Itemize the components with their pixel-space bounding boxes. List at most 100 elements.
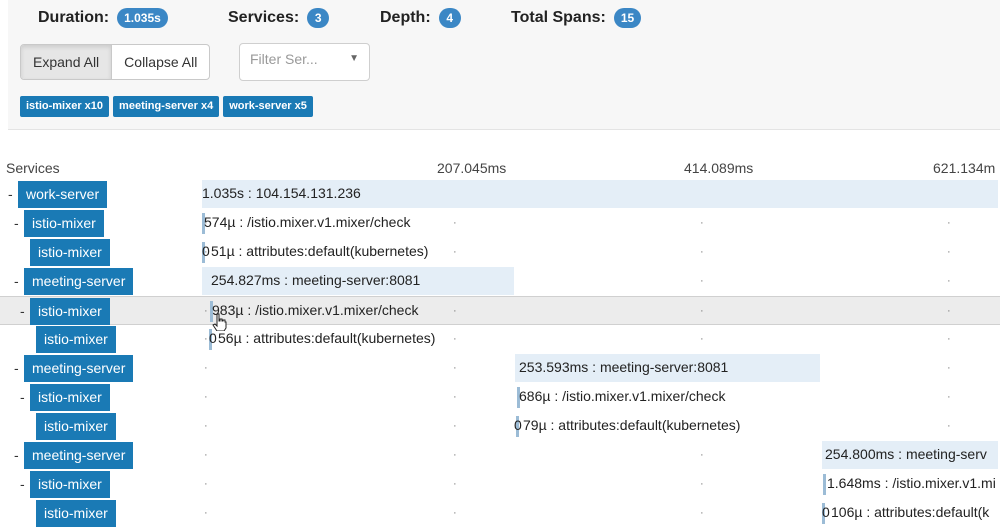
service-name-label[interactable]: meeting-server (24, 442, 134, 469)
duration-label: Duration: (38, 9, 110, 26)
span-label: 106µ : attributes:default(k (831, 504, 990, 520)
span-label: 56µ : attributes:default(kubernetes) (218, 330, 436, 346)
collapse-toggle-icon[interactable]: - (14, 447, 19, 463)
span-prefix: 0 (209, 330, 217, 346)
span-label: 983µ : /istio.mixer.v1.mixer/check (212, 302, 419, 318)
grid-dot: · (204, 507, 208, 519)
span-row[interactable]: ····-meeting-server254.827ms : meeting-s… (0, 267, 1000, 296)
span-row[interactable]: ····-meeting-server254.800ms : meeting-s… (0, 441, 1000, 470)
span-row[interactable]: · · · · - istio-mixer 574µ : /istio.mixer.v1.m… (0, 209, 1000, 238)
service-tag[interactable]: work-server x5 (223, 96, 313, 117)
duration-badge: 1.035s (117, 8, 168, 28)
grid-dot: · (947, 246, 951, 258)
duration-summary: Duration: 1.035s (38, 8, 168, 28)
span-label: 254.800ms : meeting-serv (825, 446, 987, 462)
span-label: 1.648ms : /istio.mixer.v1.mi (827, 475, 996, 491)
grid-dot: · (453, 420, 457, 432)
grid-dot: · (453, 478, 457, 490)
grid-dot: · (204, 478, 208, 490)
grid-dot: · (700, 449, 704, 461)
services-summary: Services: 3 (228, 8, 330, 28)
collapse-toggle-icon[interactable]: - (20, 389, 25, 405)
service-tag-list: istio-mixer x10 meeting-server x4 work-ser… (20, 96, 313, 117)
expand-collapse-group: Expand All Collapse All (20, 44, 211, 80)
grid-dot: · (947, 275, 951, 287)
depth-badge: 4 (438, 8, 461, 28)
total-spans-summary: Total Spans: 15 (511, 8, 642, 28)
expand-all-button[interactable]: Expand All (21, 45, 113, 79)
grid-dot: · (204, 449, 208, 461)
service-tag[interactable]: meeting-server x4 (113, 96, 220, 117)
services-badge: 3 (307, 8, 330, 28)
services-label: Services: (228, 9, 300, 26)
grid-dot: · (947, 391, 951, 403)
grid-dot: · (453, 217, 457, 229)
collapse-toggle-icon[interactable]: - (14, 360, 19, 376)
grid-dot: · (204, 420, 208, 432)
timeline-tick-3: 621.134m (933, 160, 996, 176)
collapse-toggle-icon[interactable]: - (8, 186, 13, 202)
timeline-tick-2: 414.089ms (684, 160, 754, 176)
grid-dot: · (204, 362, 208, 374)
collapse-toggle-icon[interactable]: - (14, 273, 19, 289)
span-row[interactable]: · · · · istio-mixer 0 79µ : attributes:default… (0, 412, 1000, 441)
service-tag[interactable]: istio-mixer x10 (20, 96, 110, 117)
total-spans-badge: 15 (613, 8, 642, 28)
service-name-label[interactable]: istio-mixer (30, 298, 110, 325)
grid-dot: · (700, 217, 704, 229)
services-column-header: Services (6, 160, 60, 176)
grid-dot: · (204, 333, 208, 345)
service-name-label[interactable]: istio-mixer (30, 471, 110, 498)
span-label: 1.035s : 104.154.131.236 (202, 185, 361, 201)
depth-summary: Depth: 4 (380, 8, 461, 28)
grid-dot: · (204, 305, 208, 317)
span-label: 51µ : attributes:default(kubernetes) (211, 243, 429, 259)
grid-dot: · (947, 362, 951, 374)
span-label: 254.827ms : meeting-server:8081 (211, 272, 421, 288)
collapse-toggle-icon[interactable]: - (14, 215, 19, 231)
hand-cursor-icon (212, 313, 227, 331)
service-name-label[interactable]: istio-mixer (24, 210, 104, 237)
grid-dot: · (947, 305, 951, 317)
service-name-label[interactable]: istio-mixer (30, 384, 110, 411)
total-spans-label: Total Spans: (511, 9, 606, 26)
span-row[interactable]: · · · · istio-mixer 0 56µ : attributes:default… (0, 325, 1000, 354)
depth-label: Depth: (380, 9, 431, 26)
span-row[interactable]: · · · · istio-mixer 0 106µ : attributes:defaul… (0, 499, 1000, 528)
service-name-label[interactable]: istio-mixer (36, 326, 116, 353)
service-name-label[interactable]: istio-mixer (36, 500, 116, 527)
trace-summary-panel: Duration: 1.035s Services: 3 Depth: 4 To… (8, 0, 1000, 130)
grid-dot: · (453, 333, 457, 345)
service-name-label[interactable]: work-server (18, 181, 108, 208)
service-name-label[interactable]: istio-mixer (30, 239, 110, 266)
collapse-all-button[interactable]: Collapse All (112, 45, 209, 79)
grid-dot: · (700, 333, 704, 345)
span-prefix: 0 (822, 504, 830, 520)
span-row[interactable]: · · · · - istio-mixer 983µ : /istio.mixer.v1.m… (0, 296, 1000, 325)
grid-dot: · (700, 246, 704, 258)
caret-down-icon: ▼ (349, 53, 359, 64)
service-name-label[interactable]: istio-mixer (36, 413, 116, 440)
span-prefix: 0 (202, 243, 210, 259)
grid-dot: · (947, 420, 951, 432)
span-label: 253.593ms : meeting-server:8081 (519, 359, 729, 375)
span-row[interactable]: · · · · - istio-mixer 1.648ms : /istio.mixer.v… (0, 470, 1000, 499)
span-row[interactable]: ····-work-server1.035s : 104.154.131.236 (0, 180, 1000, 209)
span-row[interactable]: · · · · - istio-mixer 686µ : /istio.mixer.v1.m… (0, 383, 1000, 412)
span-row[interactable]: · · · · istio-mixer 0 51µ : attributes:default… (0, 238, 1000, 267)
service-filter-select[interactable]: Filter Ser... ▼ (239, 43, 370, 81)
service-name-label[interactable]: meeting-server (24, 355, 134, 382)
span-bar[interactable] (823, 474, 826, 495)
grid-dot: · (453, 507, 457, 519)
grid-dot: · (700, 305, 704, 317)
grid-dot: · (453, 449, 457, 461)
service-name-label[interactable]: meeting-server (24, 268, 134, 295)
grid-dot: · (947, 333, 951, 345)
grid-dot: · (453, 362, 457, 374)
grid-dot: · (453, 391, 457, 403)
collapse-toggle-icon[interactable]: - (20, 476, 25, 492)
span-row[interactable]: ····-meeting-server253.593ms : meeting-s… (0, 354, 1000, 383)
span-prefix: 0 (514, 417, 522, 433)
grid-dot: · (204, 391, 208, 403)
collapse-toggle-icon[interactable]: - (20, 303, 25, 319)
